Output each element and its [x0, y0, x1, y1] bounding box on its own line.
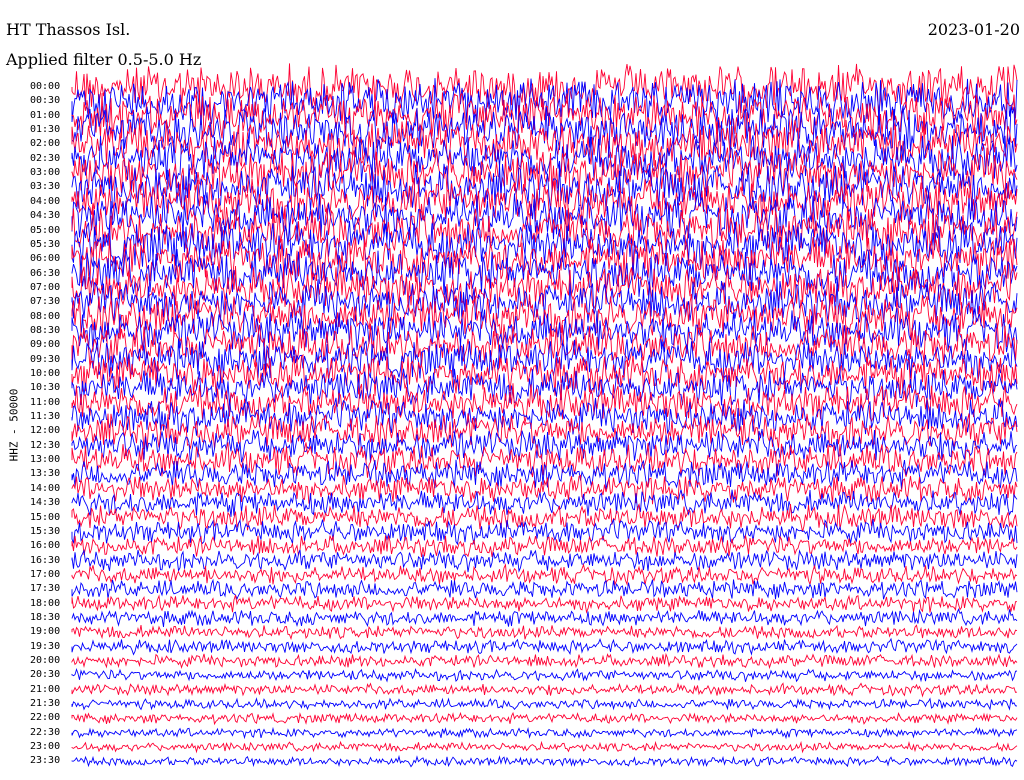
trace-row [71, 637, 1018, 656]
time-tick-label: 11:00 [30, 396, 61, 408]
time-tick-label: 06:00 [30, 253, 61, 265]
helicorder-plot [71, 63, 1018, 768]
time-tick-label: 09:30 [30, 353, 61, 365]
time-tick-label: 14:00 [30, 482, 61, 494]
time-tick-label: 08:00 [30, 310, 61, 322]
time-tick-label: 10:30 [30, 382, 61, 394]
time-tick-label: 15:00 [30, 511, 61, 523]
time-tick-label: 16:00 [30, 540, 61, 552]
time-tick-label: 08:30 [30, 324, 61, 336]
time-tick-label: 04:30 [30, 210, 61, 222]
time-tick-label: 13:00 [30, 454, 61, 466]
trace-row [71, 726, 1018, 740]
time-tick-label: 13:30 [30, 468, 61, 480]
time-tick-label: 05:00 [30, 224, 61, 236]
time-tick-label: 12:00 [30, 425, 61, 437]
time-tick-label: 12:30 [30, 439, 61, 451]
time-tick-label: 22:00 [30, 712, 61, 724]
time-tick-label: 03:30 [30, 181, 61, 193]
time-tick-label: 02:30 [30, 152, 61, 164]
time-tick-label: 23:30 [30, 755, 61, 767]
trace-row [71, 740, 1018, 754]
time-tick-label: 18:30 [30, 611, 61, 623]
trace-row [71, 563, 1018, 587]
time-tick-label: 09:00 [30, 339, 61, 351]
time-tick-label: 17:00 [30, 568, 61, 580]
time-tick-label: 07:00 [30, 281, 61, 293]
time-tick-label: 10:00 [30, 368, 61, 379]
time-tick-label: 04:00 [30, 195, 61, 207]
time-tick-label: 02:00 [30, 138, 61, 150]
time-tick-label: 20:00 [30, 655, 61, 666]
trace-row [71, 682, 1018, 698]
time-tick-label: 01:30 [30, 124, 61, 136]
time-tick-label: 03:00 [30, 167, 61, 179]
trace-row [71, 383, 1018, 424]
time-tick-label: 14:30 [30, 497, 61, 509]
trace-row [71, 697, 1018, 711]
trace-row [71, 608, 1018, 628]
time-tick-label: 06:30 [30, 267, 61, 279]
time-tick-label: 17:30 [30, 583, 61, 595]
time-tick-label: 16:30 [30, 554, 61, 566]
time-tick-label: 23:00 [30, 741, 61, 753]
trace-row [71, 578, 1018, 600]
trace-row [71, 624, 1018, 641]
time-tick-label: 01:00 [30, 109, 61, 121]
time-tick-label: 00:00 [30, 81, 61, 92]
trace-row [71, 534, 1018, 558]
trace-row [71, 754, 1018, 768]
time-tick-label: 18:00 [30, 597, 61, 609]
time-tick-label: 15:30 [30, 525, 61, 537]
trace-row [71, 594, 1017, 614]
time-tick-label: 11:30 [30, 411, 61, 423]
trace-row [71, 667, 1018, 683]
time-tick-label: 19:30 [30, 640, 61, 652]
time-tick-label: 21:30 [30, 698, 61, 710]
time-axis: 00:00 00:30 01:00 01:30 02:00 02:30 03:00 03:30… [0, 0, 64, 780]
time-tick-label: 22:30 [30, 726, 61, 738]
time-tick-label: 21:00 [30, 683, 61, 695]
trace-row [71, 652, 1018, 670]
time-tick-label: 20:30 [30, 669, 61, 681]
time-tick-label: 07:30 [30, 296, 61, 308]
trace-row [71, 711, 1018, 726]
time-tick-label: 05:30 [30, 238, 61, 250]
time-tick-label: 19:00 [30, 626, 61, 638]
time-tick-label: 00:30 [30, 95, 61, 107]
